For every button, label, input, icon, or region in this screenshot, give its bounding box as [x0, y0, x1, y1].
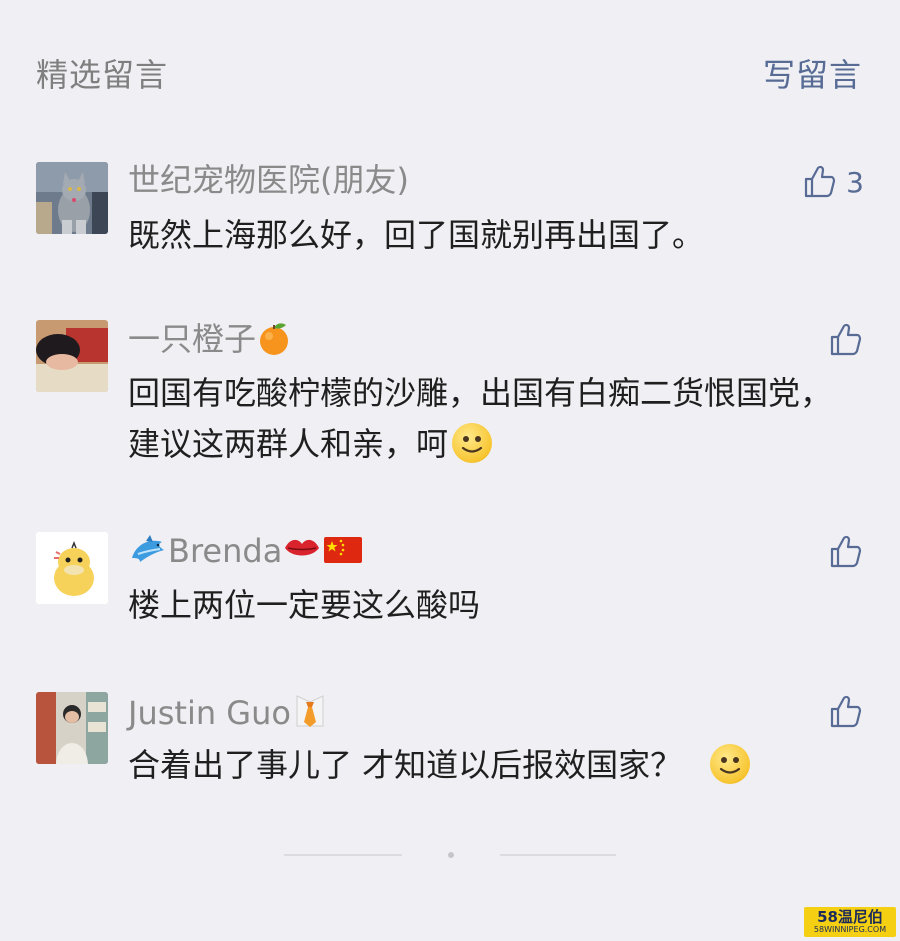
section-title: 精选留言 [36, 56, 169, 94]
comment-nickname[interactable]: Justin Guo [128, 692, 329, 731]
like-button[interactable] [828, 534, 864, 570]
thumbs-up-icon [830, 323, 862, 356]
psyduck-avatar [36, 532, 108, 604]
comment-text: 合着出了事儿了 才知道以后报效国家？ [128, 740, 843, 791]
smiley-emoji-icon [710, 744, 751, 784]
kiss-mark-emoji-icon [285, 539, 320, 556]
tangerine-emoji-icon [260, 323, 289, 355]
comment-text: 既然上海那么好，回了国就别再出国了。 [128, 216, 705, 254]
comment-text: 楼上两位一定要这么酸吗 [128, 586, 481, 624]
avatar[interactable] [36, 162, 108, 234]
smiley-emoji-icon [452, 423, 493, 463]
thumbs-up-icon [830, 695, 862, 728]
site-watermark-logo: 58温尼伯 58WINNIPEG.COM [804, 907, 896, 937]
avatar[interactable] [36, 692, 108, 764]
page-indicator [0, 852, 900, 858]
comment-text-content: 合着出了事儿了 才知道以后报效国家？ [128, 746, 683, 784]
avatar[interactable] [36, 320, 108, 392]
person-photo-avatar [36, 692, 108, 764]
watermark-url: 58WINNIPEG.COM [813, 924, 887, 934]
china-flag-emoji-icon [324, 537, 363, 563]
avatar[interactable] [36, 532, 108, 604]
divider-line [284, 854, 402, 856]
comment-nickname[interactable]: 一只橙子 [128, 320, 292, 357]
thumbs-up-icon [830, 535, 862, 568]
necktie-emoji-icon [296, 695, 324, 727]
thumbs-up-icon [805, 165, 836, 198]
cat-photo-avatar [36, 162, 108, 234]
nickname-text: 一只橙子 [128, 320, 257, 358]
like-button[interactable] [828, 694, 864, 730]
dolphin-emoji-icon [132, 535, 164, 562]
like-button[interactable] [828, 322, 864, 358]
comment-text: 回国有吃酸柠檬的沙雕，出国有白痴二货恨国党，建议这两群人和亲，呵 [128, 368, 843, 470]
divider-line [500, 854, 616, 856]
like-button[interactable]: 3 [802, 164, 864, 200]
like-count: 3 [846, 165, 864, 199]
write-comment-link[interactable]: 写留言 [763, 50, 862, 96]
person-photo-avatar [36, 320, 108, 392]
page-dot [448, 852, 454, 858]
comment-nickname[interactable]: 世纪宠物医院(朋友) [128, 162, 409, 198]
comment-nickname[interactable]: Brenda [128, 532, 364, 569]
nickname-text: Justin Guo [128, 694, 291, 732]
watermark-title: 58温尼伯 [817, 907, 883, 926]
nickname-text: Brenda [168, 532, 283, 570]
